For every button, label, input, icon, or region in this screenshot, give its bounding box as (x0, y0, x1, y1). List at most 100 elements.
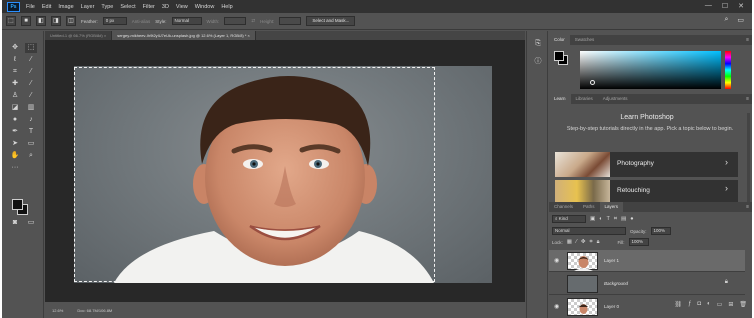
tab-adjustments[interactable]: Adjustments (598, 94, 633, 104)
layer-row-layer-1[interactable]: ◉ Layer 1 (549, 250, 745, 272)
link-layers-icon[interactable]: ⛓ (674, 301, 682, 308)
pen-tool-icon[interactable]: ✒ (9, 127, 21, 137)
subtract-selection-icon[interactable]: ◨ (51, 16, 61, 26)
healing-brush-tool-icon[interactable]: ✚ (9, 79, 21, 89)
add-selection-icon[interactable]: ◧ (36, 16, 46, 26)
layers-panel-menu-icon[interactable]: ≡ (746, 202, 749, 212)
height-input[interactable] (279, 17, 302, 25)
document-size[interactable]: Doc: 68.7M/106.8M (77, 308, 112, 313)
type-filter-icon[interactable]: T (607, 216, 610, 222)
lasso-tool-icon[interactable]: ℓ (9, 55, 21, 65)
close-button[interactable]: ✕ (738, 2, 744, 10)
foreground-color-swatch[interactable] (12, 199, 23, 210)
visibility-eye-icon[interactable]: ◉ (554, 303, 559, 310)
blur-tool-icon[interactable]: ● (9, 115, 21, 125)
tab-libraries[interactable]: Libraries (571, 94, 598, 104)
menu-select[interactable]: Select (120, 4, 135, 10)
eraser-tool-icon[interactable]: ◪ (9, 103, 21, 113)
pixel-filter-icon[interactable]: ▣ (590, 216, 595, 222)
menu-window[interactable]: Window (195, 4, 215, 10)
brush-tool-icon[interactable]: ⁄ (25, 79, 37, 89)
more-tools-icon[interactable]: ··· (9, 163, 21, 173)
zoom-level[interactable]: 12.6% (52, 308, 63, 313)
color-panel-foreground-swatch[interactable] (554, 51, 564, 61)
intersect-selection-icon[interactable]: ◫ (66, 16, 76, 26)
tab-paths[interactable]: Paths (578, 202, 600, 212)
quick-selection-tool-icon[interactable]: ⁄ (25, 55, 37, 65)
tab-learn[interactable]: Learn (549, 94, 571, 104)
workspace-icon[interactable]: ▭ (737, 16, 744, 24)
menu-edit[interactable]: Edit (42, 4, 51, 10)
lock-all-icon[interactable]: 🔒︎ (597, 239, 600, 246)
color-spectrum-field[interactable] (580, 51, 721, 89)
lock-artboard-icon[interactable]: ⌗ (590, 239, 593, 246)
search-icon[interactable]: ⌕ (724, 16, 728, 24)
new-group-icon[interactable]: ▭ (717, 301, 723, 308)
hand-tool-icon[interactable]: ✋ (9, 151, 21, 161)
color-picker-handle[interactable] (590, 80, 595, 85)
menu-filter[interactable]: Filter (143, 4, 155, 10)
menu-image[interactable]: Image (58, 4, 73, 10)
layer-style-icon[interactable]: ƒ (688, 301, 691, 308)
style-select[interactable]: Normal (171, 17, 202, 25)
lock-transparent-icon[interactable]: ▦ (567, 239, 572, 245)
learn-scrollbar[interactable] (747, 113, 750, 203)
adjustment-filter-icon[interactable]: ◐ (599, 216, 602, 222)
learn-card-retouching[interactable]: Retouching › (555, 180, 738, 202)
tab-color[interactable]: Color (549, 35, 570, 45)
lock-pixels-icon[interactable]: ⁄ (576, 239, 577, 245)
history-panel-icon[interactable]: ⎘ (533, 39, 543, 49)
properties-panel-icon[interactable]: ⓘ (533, 57, 543, 67)
shape-filter-icon[interactable]: ⌗ (614, 216, 617, 223)
quick-mask-icon[interactable]: ◙ (9, 218, 21, 228)
menu-help[interactable]: Help (221, 4, 232, 10)
hue-slider[interactable] (725, 51, 731, 89)
smart-object-filter-icon[interactable]: ▤ (621, 216, 626, 222)
swap-icon[interactable]: ⇄ (251, 18, 255, 24)
filter-toggle-icon[interactable]: ● (630, 216, 633, 222)
delete-layer-icon[interactable]: 🗑︎ (739, 301, 747, 308)
new-layer-icon[interactable]: ⊞ (728, 301, 733, 308)
tab-layers[interactable]: Layers (599, 202, 624, 212)
clone-stamp-tool-icon[interactable]: ♙ (9, 91, 21, 101)
layer-kind-filter[interactable]: ⌕ Kind (552, 215, 586, 223)
learn-card-photography[interactable]: Photography › (555, 152, 738, 177)
minimize-button[interactable]: — (705, 2, 712, 10)
menu-type[interactable]: Type (101, 4, 113, 10)
new-selection-icon[interactable]: ■ (21, 16, 31, 26)
move-tool-icon[interactable]: ✥ (9, 43, 21, 53)
blend-mode-select[interactable]: Normal (552, 227, 626, 235)
layer-name[interactable]: Layer 1 (604, 258, 619, 263)
lock-position-icon[interactable]: ✥ (581, 239, 586, 245)
new-adjustment-layer-icon[interactable]: ◐ (707, 301, 711, 308)
visibility-eye-icon[interactable]: ◉ (554, 280, 559, 287)
fill-input[interactable]: 100% (628, 238, 649, 246)
screen-mode-icon[interactable]: ▭ (25, 218, 37, 228)
width-input[interactable] (224, 17, 247, 25)
tab-portrait-document[interactable]: sergey-mikheev-Ih9t2yIU7eUk-unsplash.jpg… (112, 31, 256, 40)
tab-untitled-1[interactable]: Untitled-1 @ 66.7% (RGB/8#) × (45, 31, 113, 40)
menu-layer[interactable]: Layer (81, 4, 95, 10)
layer-name[interactable]: Background (604, 281, 628, 286)
visibility-eye-icon[interactable]: ◉ (554, 257, 559, 264)
layer-row-background[interactable]: ◉ Background 🔒︎ (549, 273, 745, 295)
rectangular-marquee-tool-icon[interactable]: ⬚ (25, 43, 37, 53)
select-and-mask-button[interactable]: Select and Mask... (306, 16, 356, 26)
canvas-area[interactable] (45, 40, 525, 302)
rectangle-tool-icon[interactable]: ▭ (25, 139, 37, 149)
menu-file[interactable]: File (26, 4, 35, 10)
layer-name[interactable]: Layer 0 (604, 304, 619, 309)
tab-swatches[interactable]: Swatches (570, 35, 600, 45)
learn-panel-menu-icon[interactable]: ≡ (746, 94, 749, 104)
menu-3d[interactable]: 3D (162, 4, 169, 10)
menu-view[interactable]: View (176, 4, 188, 10)
feather-input[interactable]: 0 px (102, 17, 127, 25)
type-tool-icon[interactable]: T (25, 127, 37, 137)
path-selection-tool-icon[interactable]: ➤ (9, 139, 21, 149)
zoom-tool-icon[interactable]: ⌕ (25, 151, 37, 161)
tab-channels[interactable]: Channels (549, 202, 578, 212)
marquee-tool-preset-button[interactable]: ⬚ (6, 16, 16, 26)
history-brush-tool-icon[interactable]: ⁄ (25, 91, 37, 101)
maximize-button[interactable]: ☐ (722, 2, 728, 10)
opacity-input[interactable]: 100% (650, 227, 671, 235)
